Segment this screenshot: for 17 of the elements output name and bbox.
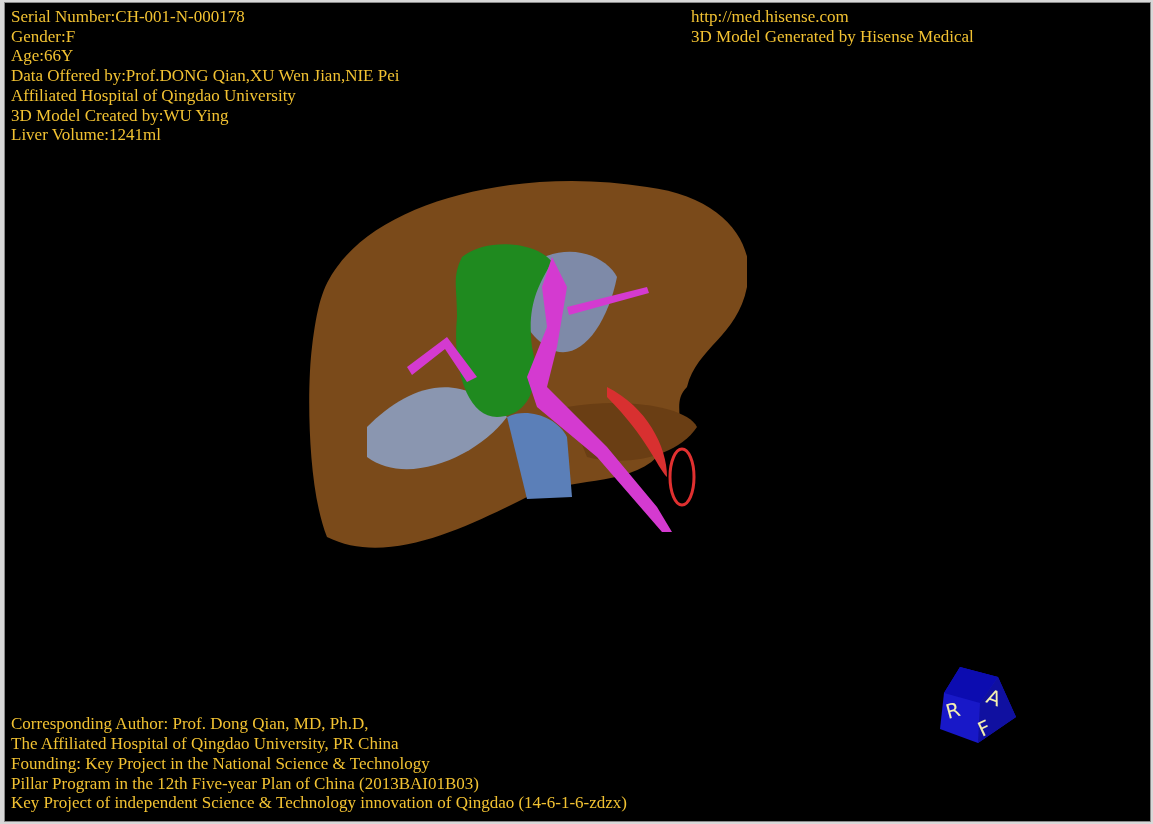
credit-line: Corresponding Author: Prof. Dong Qian, MD, Ph.D,: [11, 714, 370, 735]
credit-line: The Affiliated Hospital of Qingdao University, PR China: [11, 734, 400, 754]
info-line: Gender:F: [11, 26, 77, 47]
info-line: Data Offered by:Prof.DONG Qian,XU Wen Jian,NIE Pei: [11, 66, 401, 86]
info-line: Age:66Y: [11, 46, 75, 67]
info-line: 3D Model Created by:WU Ying: [11, 105, 230, 126]
info-line: 3D Model Generated by Hisense Medical: [691, 26, 974, 47]
info-line: http://med.hisense.com: [691, 7, 850, 27]
cube-face-label: A: [983, 684, 1005, 712]
cube-face-label: R: [943, 697, 963, 724]
info-line: Serial Number:CH-001-N-000178: [11, 7, 246, 27]
credit-line: Key Project of independent Science & Technology innovation of Qingdao (14-6-1-6-zdzx): [11, 793, 627, 813]
info-line: Affiliated Hospital of Qingdao University: [11, 85, 297, 106]
credit-line: Pillar Program in the 12th Five-year Plan of China (2013BAI01B03): [11, 773, 480, 794]
info-line: Liver Volume:1241ml: [11, 125, 162, 145]
credit-line: Founding: Key Project in the National Science & Technology: [11, 753, 431, 774]
cube-face-label: F: [973, 714, 995, 742]
